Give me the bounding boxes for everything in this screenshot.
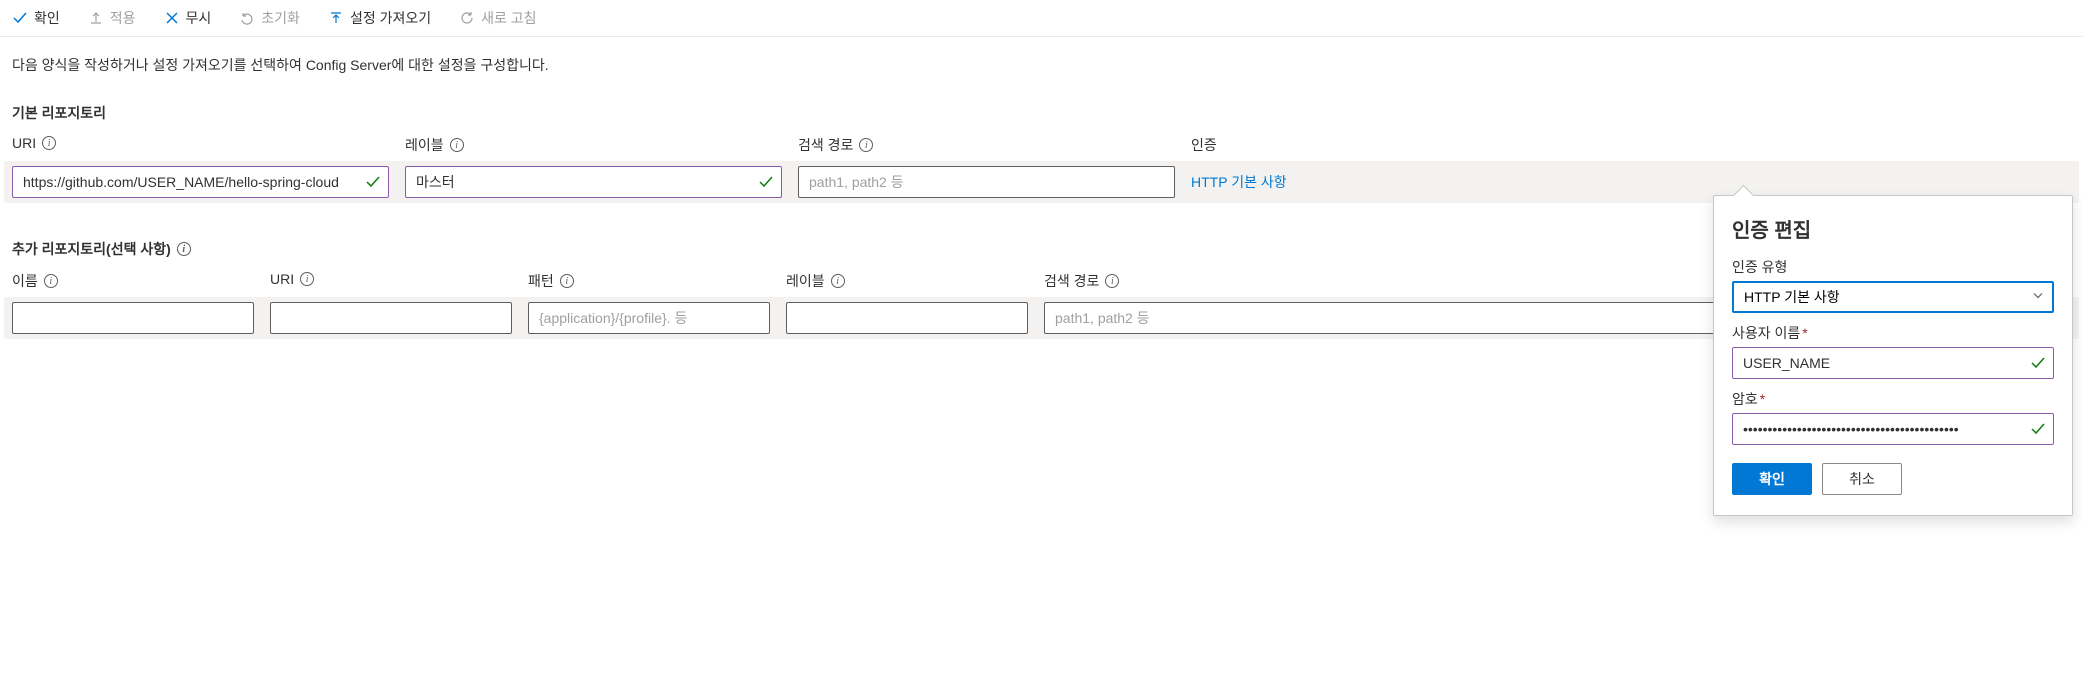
toolbar-label: 적용 — [110, 8, 136, 28]
apply-button[interactable]: 적용 — [88, 8, 136, 28]
toolbar-label: 새로 고침 — [481, 8, 536, 28]
confirm-button[interactable]: 확인 — [12, 8, 60, 28]
label-header: 레이블 i — [405, 135, 782, 155]
uri-input[interactable] — [270, 302, 512, 334]
import-icon — [328, 10, 344, 26]
pattern-input[interactable] — [528, 302, 770, 334]
check-icon — [12, 10, 28, 26]
required-indicator: * — [1760, 391, 1765, 407]
default-repo-title: 기본 리포지토리 — [12, 103, 2071, 123]
header-label: 이름 — [12, 271, 38, 291]
username-label: 사용자 이름* — [1732, 323, 2054, 343]
header-label: 레이블 — [405, 135, 444, 155]
header-label: 패턴 — [528, 271, 554, 291]
info-icon[interactable]: i — [831, 274, 845, 288]
undo-icon — [239, 10, 255, 26]
check-icon — [758, 174, 774, 190]
info-icon[interactable]: i — [300, 272, 314, 286]
label-text: 암호 — [1732, 391, 1758, 407]
import-settings-button[interactable]: 설정 가져오기 — [328, 8, 431, 28]
toolbar-label: 초기화 — [261, 8, 300, 28]
label-text: 사용자 이름 — [1732, 325, 1800, 341]
auth-type-select[interactable]: HTTP 기본 사항 — [1732, 281, 2054, 313]
refresh-icon — [459, 10, 475, 26]
popup-title: 인증 편집 — [1732, 214, 2054, 243]
confirm-button[interactable]: 확인 — [1732, 463, 1812, 495]
check-icon — [2030, 355, 2046, 371]
auth-type-label: 인증 유형 — [1732, 257, 2054, 277]
section-label: 추가 리포지토리(선택 사항) — [12, 239, 171, 259]
default-repo-headers: URI i 레이블 i 검색 경로 i 인증 — [12, 135, 2071, 155]
username-input[interactable] — [1732, 347, 2054, 379]
toolbar-label: 설정 가져오기 — [350, 8, 431, 28]
header-label: 레이블 — [786, 271, 825, 291]
label-input[interactable] — [786, 302, 1028, 334]
auth-edit-popup: 인증 편집 인증 유형 HTTP 기본 사항 사용자 이름* 암호* — [1713, 195, 2073, 516]
toolbar-label: 무시 — [186, 8, 212, 28]
refresh-button[interactable]: 새로 고침 — [459, 8, 536, 28]
toolbar: 확인 적용 무시 초기화 설정 가져오기 새로 고침 — [0, 0, 2083, 37]
reset-button[interactable]: 초기화 — [239, 8, 300, 28]
search-path-input[interactable] — [798, 166, 1175, 198]
info-icon[interactable]: i — [1105, 274, 1119, 288]
password-input[interactable] — [1732, 413, 2054, 445]
search-path-header: 검색 경로 i — [798, 135, 1175, 155]
toolbar-label: 확인 — [34, 8, 60, 28]
header-label: 검색 경로 — [1044, 271, 1099, 291]
name-header: 이름 i — [12, 271, 254, 291]
check-icon — [365, 174, 381, 190]
info-icon[interactable]: i — [42, 136, 56, 150]
required-indicator: * — [1802, 325, 1807, 341]
discard-button[interactable]: 무시 — [164, 8, 212, 28]
auth-header: 인증 — [1191, 135, 2071, 155]
info-icon[interactable]: i — [859, 138, 873, 152]
uri-header: URI i — [270, 271, 512, 287]
cancel-button[interactable]: 취소 — [1822, 463, 1902, 495]
uri-input[interactable] — [12, 166, 389, 198]
popup-buttons: 확인 취소 — [1732, 463, 2054, 495]
label-header: 레이블 i — [786, 271, 1028, 291]
header-label: URI — [270, 271, 294, 287]
close-icon — [164, 10, 180, 26]
header-label: 검색 경로 — [798, 135, 853, 155]
pattern-header: 패턴 i — [528, 271, 770, 291]
name-input[interactable] — [12, 302, 254, 334]
label-input[interactable] — [405, 166, 782, 198]
info-icon[interactable]: i — [450, 138, 464, 152]
auth-link[interactable]: HTTP 기본 사항 — [1191, 166, 1287, 192]
description-text: 다음 양식을 작성하거나 설정 가져오기를 선택하여 Config Server… — [12, 55, 2071, 75]
uri-header: URI i — [12, 135, 389, 151]
check-icon — [2030, 421, 2046, 437]
info-icon[interactable]: i — [44, 274, 58, 288]
upload-icon — [88, 10, 104, 26]
info-icon[interactable]: i — [177, 242, 191, 256]
header-label: URI — [12, 135, 36, 151]
info-icon[interactable]: i — [560, 274, 574, 288]
password-label: 암호* — [1732, 389, 2054, 409]
header-label: 인증 — [1191, 135, 1217, 155]
